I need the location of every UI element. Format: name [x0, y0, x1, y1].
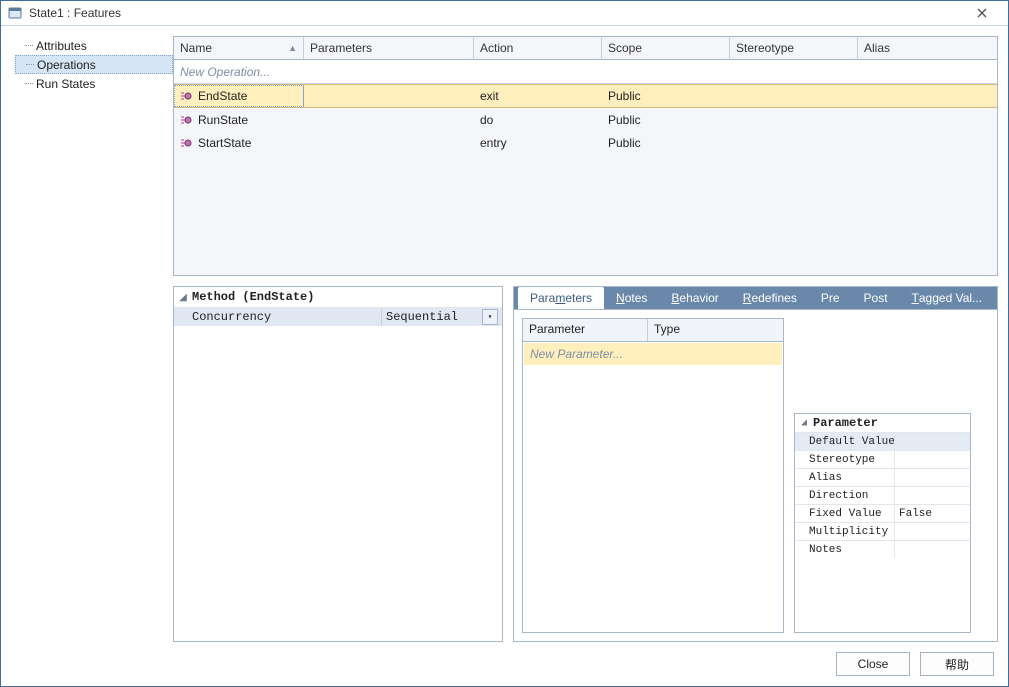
grid-header: Name ▲ Parameters Action Scope Stereotyp… — [174, 37, 997, 60]
operation-icon — [180, 90, 194, 102]
chevron-down-icon: ◢ — [799, 417, 809, 429]
chevron-down-icon: ◢ — [178, 292, 188, 303]
col-alias[interactable]: Alias — [858, 37, 997, 59]
features-dialog: State1 : Features AttributesOperationsRu… — [0, 0, 1009, 687]
param-prop-stereotype[interactable]: Stereotype — [795, 450, 970, 468]
tab-pre[interactable]: Pre — [809, 287, 852, 309]
col-stereotype[interactable]: Stereotype — [730, 37, 858, 59]
col-scope[interactable]: Scope — [602, 37, 730, 59]
tab-post[interactable]: Post — [852, 287, 900, 309]
operations-grid[interactable]: Name ▲ Parameters Action Scope Stereotyp… — [173, 36, 998, 276]
param-prop-default-value[interactable]: Default Value — [795, 432, 970, 450]
param-col-type[interactable]: Type — [648, 319, 783, 341]
new-parameter-row[interactable]: New Parameter... — [524, 343, 782, 365]
param-prop-multiplicity[interactable]: Multiplicity — [795, 522, 970, 540]
param-prop-notes[interactable]: Notes — [795, 540, 970, 558]
param-group-header: ◢ Parameter — [795, 414, 970, 432]
close-icon[interactable] — [962, 1, 1002, 25]
tab-behavior[interactable]: Behavior — [659, 287, 730, 309]
window-title: State1 : Features — [29, 6, 962, 20]
parameters-table[interactable]: Parameter Type New Parameter... — [522, 318, 784, 633]
tab-parameters[interactable]: Parameters — [518, 287, 604, 309]
tab-tagged-val-[interactable]: Tagged Val... — [900, 287, 995, 309]
app-icon — [7, 5, 23, 21]
method-properties-panel: ◢ Method (EndState) ConcurrencySequentia… — [173, 286, 503, 642]
nav-item-attributes[interactable]: Attributes — [15, 36, 173, 55]
param-prop-fixed-value[interactable]: Fixed ValueFalse — [795, 504, 970, 522]
help-button[interactable]: 帮助 — [920, 652, 994, 676]
col-name[interactable]: Name ▲ — [174, 37, 304, 59]
operation-row[interactable]: EndStateexitPublic — [174, 84, 997, 108]
col-parameters[interactable]: Parameters — [304, 37, 474, 59]
tab-redefines[interactable]: Redefines — [731, 287, 809, 309]
detail-panel: ParametersNotesBehaviorRedefinesPrePostT… — [513, 286, 998, 642]
tab-notes[interactable]: Notes — [604, 287, 659, 309]
operation-icon — [180, 114, 194, 126]
dropdown-icon[interactable]: ▾ — [482, 309, 498, 325]
param-col-name[interactable]: Parameter — [523, 319, 648, 341]
col-action[interactable]: Action — [474, 37, 602, 59]
nav-tree: AttributesOperationsRun States — [1, 36, 173, 642]
titlebar: State1 : Features — [1, 1, 1008, 26]
nav-item-operations[interactable]: Operations — [15, 55, 173, 74]
operation-row[interactable]: RunStatedoPublic — [174, 108, 997, 131]
new-operation-row[interactable]: New Operation... — [174, 60, 997, 84]
tab-parameters-content: Parameter Type New Parameter... ◢ — [514, 310, 997, 641]
tab-bar: ParametersNotesBehaviorRedefinesPrePostT… — [514, 287, 997, 310]
method-prop-concurrency[interactable]: ConcurrencySequential▾ — [174, 307, 502, 326]
method-group-header[interactable]: ◢ Method (EndState) — [174, 287, 502, 307]
param-prop-alias[interactable]: Alias — [795, 468, 970, 486]
dialog-footer: Close 帮助 — [1, 642, 1008, 686]
operation-row[interactable]: StartStateentryPublic — [174, 131, 997, 154]
param-prop-direction[interactable]: Direction — [795, 486, 970, 504]
nav-item-run-states[interactable]: Run States — [15, 74, 173, 93]
parameter-properties-grid[interactable]: ◢ Parameter Default ValueStereotypeAlias… — [794, 413, 971, 633]
close-button[interactable]: Close — [836, 652, 910, 676]
sort-icon: ▲ — [288, 43, 297, 53]
operation-icon — [180, 137, 194, 149]
